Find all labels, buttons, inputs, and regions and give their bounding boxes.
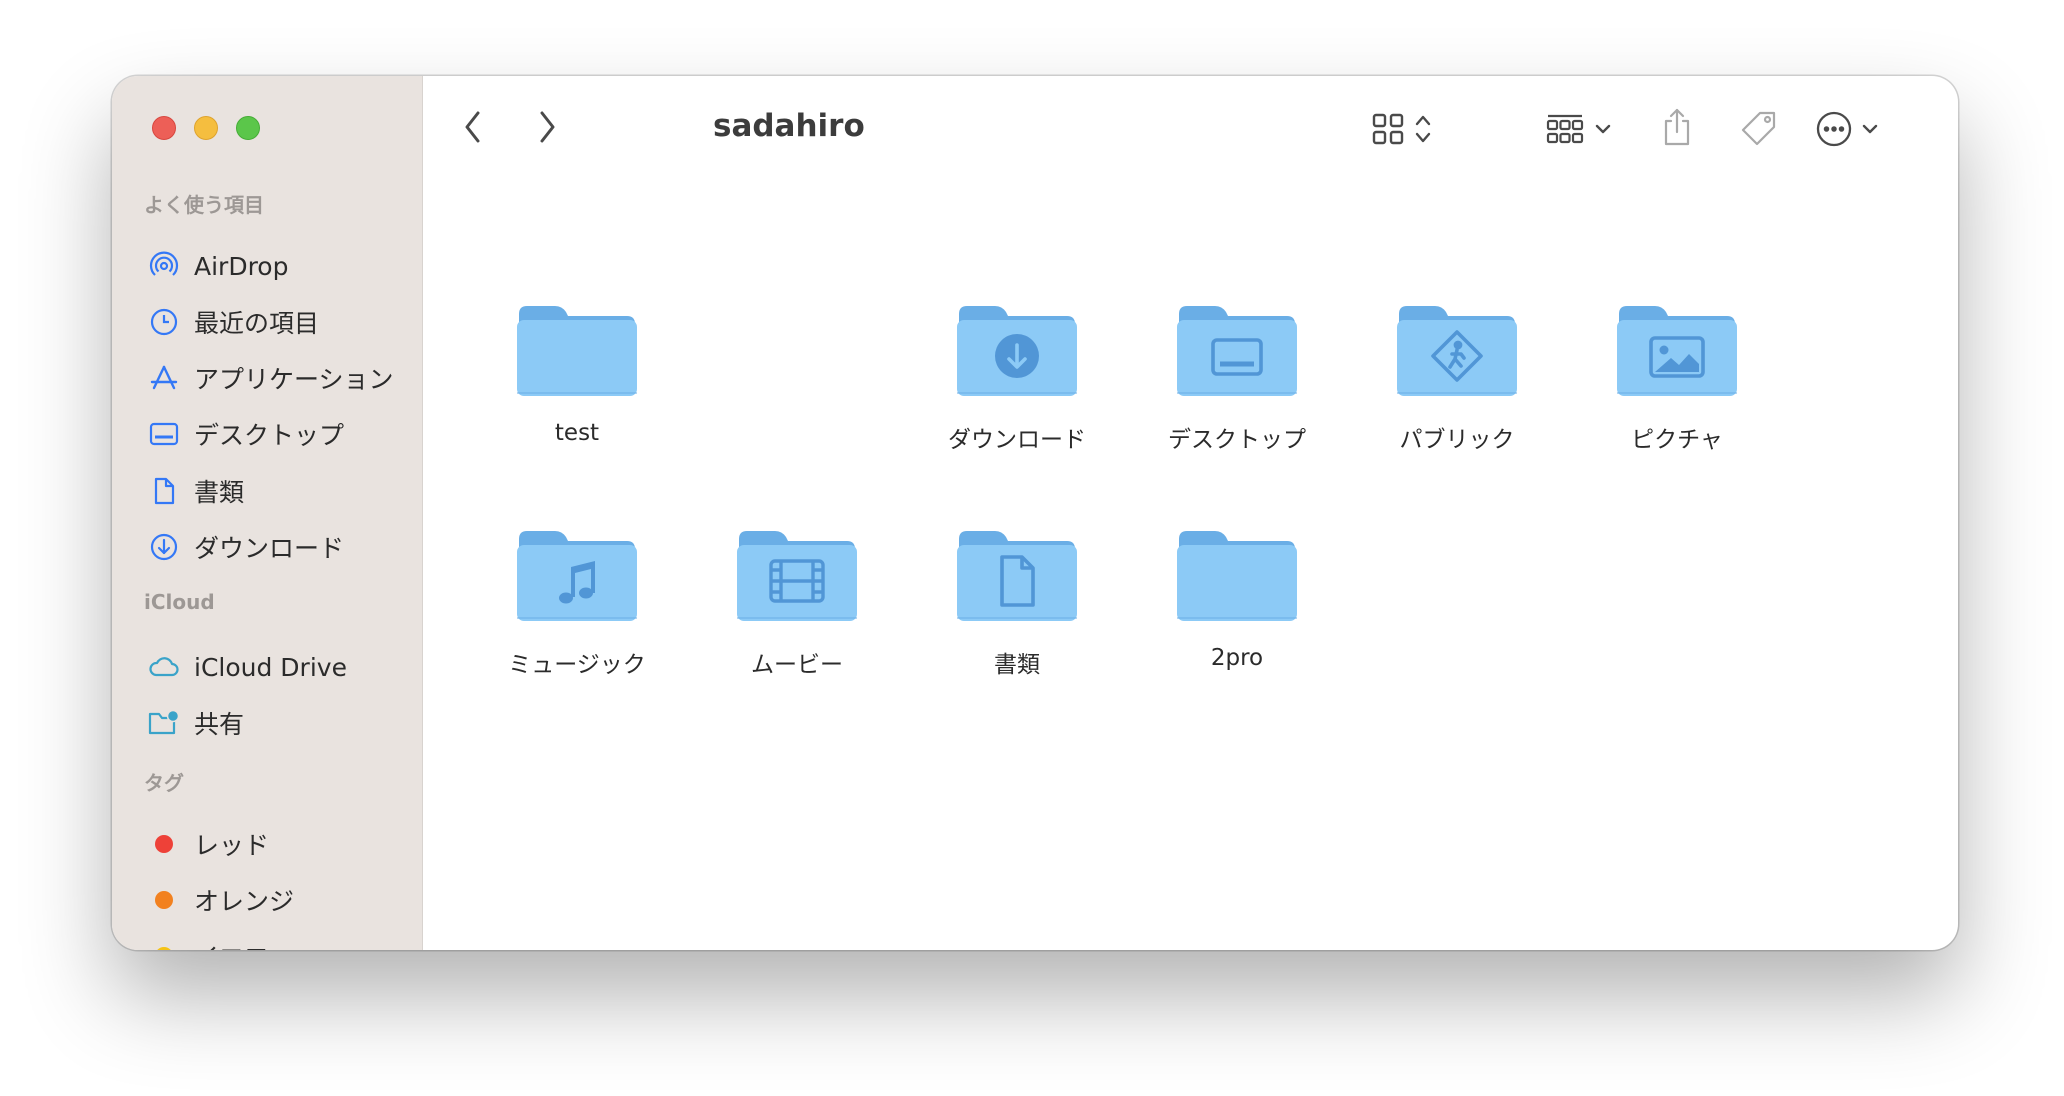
sidebar-item-label: ダウンロード xyxy=(194,534,345,563)
sidebar-tag-red[interactable]: レッド xyxy=(148,824,269,864)
sidebar-item-label: 共有 xyxy=(194,710,245,739)
sidebar-item-label: レッド xyxy=(194,831,270,860)
airdrop-icon xyxy=(148,250,180,282)
tag-dot-red-icon xyxy=(148,828,180,860)
folder-item-public[interactable]: パブリック xyxy=(1347,298,1567,454)
sidebar: よく使う項目 AirDrop 最近の項目 アプリケーション デスクトップ 書類 … xyxy=(112,76,423,950)
folder-label: ミュージック xyxy=(508,652,646,678)
sidebar-item-icloud-drive[interactable]: iCloud Drive xyxy=(148,647,347,687)
sidebar-item-desktop[interactable]: デスクトップ xyxy=(148,414,344,454)
sidebar-item-recents[interactable]: 最近の項目 xyxy=(148,302,319,342)
clock-icon xyxy=(148,306,180,338)
download-icon xyxy=(148,531,180,563)
sidebar-tag-orange[interactable]: オレンジ xyxy=(148,880,294,920)
folder-label: ピクチャ xyxy=(1631,427,1723,453)
chevron-down-icon xyxy=(1861,112,1879,150)
ellipsis-circle-icon xyxy=(1815,110,1853,152)
folder-item-desktop[interactable]: デスクトップ xyxy=(1127,298,1347,454)
folder-icon xyxy=(1177,531,1297,621)
folder-item-2pro[interactable]: 2pro xyxy=(1127,523,1347,671)
sidebar-item-label: 最近の項目 xyxy=(194,309,320,338)
sidebar-item-shared[interactable]: 共有 xyxy=(148,703,244,743)
folder-icon xyxy=(517,306,637,396)
folder-item-documents[interactable]: 書類 xyxy=(907,523,1127,679)
tag-dot-yellow-icon xyxy=(148,940,180,950)
folder-icon xyxy=(737,531,857,621)
updown-chevron-icon xyxy=(1413,112,1433,150)
sidebar-item-label: イエロー xyxy=(194,938,294,950)
folder-icon xyxy=(1397,306,1517,396)
back-button[interactable] xyxy=(459,108,489,150)
finder-window: よく使う項目 AirDrop 最近の項目 アプリケーション デスクトップ 書類 … xyxy=(112,76,1958,950)
window-title: sadahiro xyxy=(713,108,865,144)
desktop-icon xyxy=(148,418,180,450)
tag-dot-orange-icon xyxy=(148,884,180,916)
sidebar-item-label: アプリケーション xyxy=(194,365,394,394)
chevron-right-icon xyxy=(531,108,561,150)
folder-icon xyxy=(957,531,1077,621)
grid-view-icon xyxy=(1371,112,1405,150)
sidebar-item-label: iCloud Drive xyxy=(194,652,347,682)
folder-item-pictures[interactable]: ピクチャ xyxy=(1567,298,1787,454)
favorites-section-title: よく使う項目 xyxy=(144,193,264,217)
sidebar-item-applications[interactable]: アプリケーション xyxy=(148,358,394,398)
folder-icon xyxy=(957,306,1077,396)
folder-label: パブリック xyxy=(1399,427,1515,453)
group-icon xyxy=(1546,112,1584,150)
sidebar-item-airdrop[interactable]: AirDrop xyxy=(148,246,288,286)
sidebar-item-label: オレンジ xyxy=(194,887,295,916)
view-mode-button[interactable] xyxy=(1371,112,1433,150)
zoom-button[interactable] xyxy=(236,116,260,140)
folder-label: デスクトップ xyxy=(1168,427,1306,453)
toolbar: sadahiro xyxy=(423,76,1958,180)
icloud-section-title: iCloud xyxy=(144,590,215,614)
shared-folder-icon xyxy=(148,707,180,739)
share-button[interactable] xyxy=(1660,106,1694,152)
window-controls xyxy=(152,116,260,140)
forward-button[interactable] xyxy=(531,108,561,150)
cloud-icon xyxy=(148,651,180,683)
chevron-down-icon xyxy=(1594,112,1612,150)
tag-icon xyxy=(1739,110,1779,152)
folder-item-test[interactable]: test xyxy=(467,298,687,446)
share-icon xyxy=(1660,106,1694,152)
folder-item-music[interactable]: ミュージック xyxy=(467,523,687,679)
document-icon xyxy=(148,475,180,507)
folder-icon xyxy=(1177,306,1297,396)
folder-icon xyxy=(517,531,637,621)
folder-label: ムービー xyxy=(751,652,843,678)
tag-button[interactable] xyxy=(1739,110,1779,152)
folder-item-movies[interactable]: ムービー xyxy=(687,523,907,679)
sidebar-item-label: AirDrop xyxy=(194,251,289,281)
sidebar-item-downloads[interactable]: ダウンロード xyxy=(148,527,344,567)
sidebar-item-label: 書類 xyxy=(194,478,245,507)
download-glyph-icon xyxy=(995,334,1039,378)
folder-label: ダウンロード xyxy=(948,427,1086,453)
folder-label: test xyxy=(554,420,600,446)
folder-label: 2pro xyxy=(1210,645,1264,671)
group-button[interactable] xyxy=(1546,112,1612,150)
file-grid: test ダウンロード デスクトップ パブリック ピクチャ ミュージック ムービ… xyxy=(423,180,1958,950)
folder-label: 書類 xyxy=(994,652,1040,678)
folder-item-downloads[interactable]: ダウンロード xyxy=(907,298,1127,454)
sidebar-item-label: デスクトップ xyxy=(194,421,345,450)
close-button[interactable] xyxy=(152,116,176,140)
minimize-button[interactable] xyxy=(194,116,218,140)
applications-icon xyxy=(148,362,180,394)
tags-section-title: タグ xyxy=(144,771,184,795)
sidebar-item-documents[interactable]: 書類 xyxy=(148,471,244,511)
sidebar-tag-yellow[interactable]: イエロー xyxy=(148,936,294,950)
action-button[interactable] xyxy=(1815,110,1879,152)
folder-icon xyxy=(1617,306,1737,396)
chevron-left-icon xyxy=(459,108,489,150)
